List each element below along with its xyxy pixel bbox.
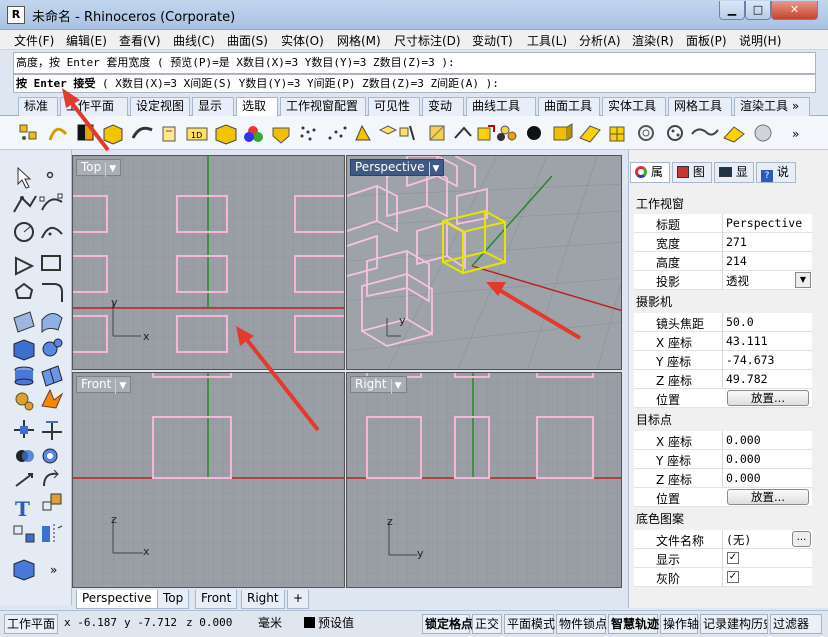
arrow-to-command-icon: [62, 88, 110, 152]
arrow-to-selected-box-icon: [486, 282, 582, 340]
annotation-arrows: [62, 88, 582, 432]
arrow-to-top-box-icon: [236, 326, 320, 432]
